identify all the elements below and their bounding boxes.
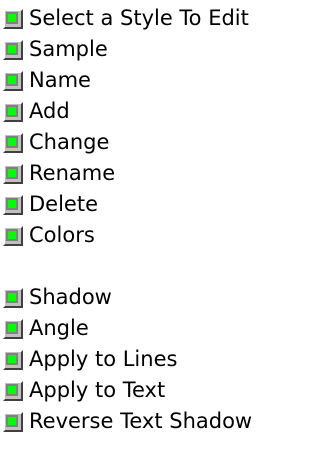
topic-label: Shadow xyxy=(29,285,112,309)
topic-label: Reverse Text Shadow xyxy=(29,409,253,433)
topic-sample[interactable]: Sample xyxy=(0,34,252,65)
topic-shadow[interactable]: Shadow xyxy=(0,282,252,313)
topic-label: Angle xyxy=(29,316,89,340)
help-topic-icon xyxy=(3,349,23,370)
help-topic-icon xyxy=(3,411,23,432)
group-spacer xyxy=(0,251,252,282)
topic-label: Colors xyxy=(29,223,95,247)
topic-label: Rename xyxy=(29,161,116,185)
help-topic-icon xyxy=(3,39,23,60)
topic-label: Sample xyxy=(29,37,108,61)
topic-label: Select a Style To Edit xyxy=(29,6,249,30)
topic-change[interactable]: Change xyxy=(0,127,252,158)
help-topic-icon xyxy=(3,163,23,184)
help-topic-list: Select a Style To Edit Sample Name Add C… xyxy=(0,3,252,437)
topic-reverse-text-shadow[interactable]: Reverse Text Shadow xyxy=(0,406,252,437)
topic-label: Name xyxy=(29,68,91,92)
topic-label: Change xyxy=(29,130,110,154)
help-topic-icon xyxy=(3,318,23,339)
help-topic-icon xyxy=(3,380,23,401)
topic-add[interactable]: Add xyxy=(0,96,252,127)
help-topic-icon xyxy=(3,101,23,122)
help-topic-icon xyxy=(3,225,23,246)
topic-colors[interactable]: Colors xyxy=(0,220,252,251)
topic-label: Apply to Text xyxy=(29,378,166,402)
topic-label: Apply to Lines xyxy=(29,347,178,371)
topic-name[interactable]: Name xyxy=(0,65,252,96)
topic-rename[interactable]: Rename xyxy=(0,158,252,189)
topic-label: Add xyxy=(29,99,70,123)
topic-label: Delete xyxy=(29,192,98,216)
topic-apply-to-lines[interactable]: Apply to Lines xyxy=(0,344,252,375)
help-topic-icon xyxy=(3,70,23,91)
help-topic-icon xyxy=(3,132,23,153)
topic-delete[interactable]: Delete xyxy=(0,189,252,220)
help-topic-icon xyxy=(3,287,23,308)
help-topic-icon xyxy=(3,8,23,29)
topic-angle[interactable]: Angle xyxy=(0,313,252,344)
topic-apply-to-text[interactable]: Apply to Text xyxy=(0,375,252,406)
topic-select-style[interactable]: Select a Style To Edit xyxy=(0,3,252,34)
help-topic-icon xyxy=(3,194,23,215)
